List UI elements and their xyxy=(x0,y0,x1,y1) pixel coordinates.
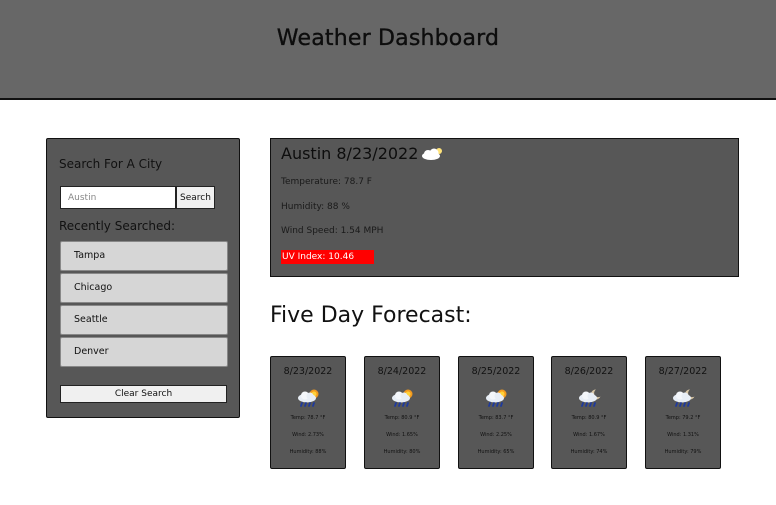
forecast-card: 8/27/2022 Temp: 79.2 °F Wind: 1.31% Humi… xyxy=(645,356,721,469)
forecast-humidity: Humidity: 88% xyxy=(289,449,327,455)
rain-sun-icon xyxy=(298,389,319,407)
recent-searches-list: Tampa Chicago Seattle Denver xyxy=(60,241,228,369)
forecast-card: 8/23/2022 Temp: 78.7 °F Wind: 2.73% Humi… xyxy=(270,356,346,469)
current-weather-panel: Austin 8/23/2022 Temperature: 78.7 F Hum… xyxy=(270,138,739,277)
forecast-date: 8/26/2022 xyxy=(564,366,614,377)
forecast-date: 8/25/2022 xyxy=(471,366,521,377)
forecast-humidity: Humidity: 79% xyxy=(664,449,702,455)
search-button[interactable]: Search xyxy=(176,186,215,209)
forecast-temp: Temp: 80.9 °F xyxy=(571,415,607,421)
city-search-input[interactable] xyxy=(60,186,176,209)
cloud-icon xyxy=(422,148,442,160)
forecast-humidity: Humidity: 74% xyxy=(570,449,608,455)
recent-search-item[interactable]: Seattle xyxy=(60,305,228,335)
page-header: Weather Dashboard xyxy=(0,0,776,100)
forecast-wind: Wind: 1.65% xyxy=(386,432,418,438)
forecast-date: 8/27/2022 xyxy=(658,366,708,377)
forecast-humidity: Humidity: 80% xyxy=(383,449,421,455)
forecast-date: 8/23/2022 xyxy=(283,366,333,377)
forecast-temp: Temp: 78.7 °F xyxy=(290,415,326,421)
forecast-temp: Temp: 80.9 °F xyxy=(384,415,420,421)
page-title: Weather Dashboard xyxy=(276,26,500,51)
forecast-temp: Temp: 83.7 °F xyxy=(478,415,514,421)
forecast-temp: Temp: 79.2 °F xyxy=(665,415,701,421)
current-humidity: Humidity: 88 % xyxy=(281,202,350,212)
forecast-card: 8/26/2022 Temp: 80.9 °F Wind: 1.67% Humi… xyxy=(551,356,627,469)
forecast-date: 8/24/2022 xyxy=(377,366,427,377)
rain-moon-icon xyxy=(579,389,601,407)
recent-searches-title: Recently Searched: xyxy=(59,219,175,233)
rain-sun-icon xyxy=(486,389,507,407)
clear-search-button[interactable]: Clear Search xyxy=(60,385,227,403)
recent-search-item[interactable]: Denver xyxy=(60,337,228,367)
forecast-wind: Wind: 2.73% xyxy=(292,432,324,438)
current-temperature: Temperature: 78.7 F xyxy=(281,177,372,187)
search-panel: Search For A City Search Recently Search… xyxy=(46,138,240,418)
recent-search-item[interactable]: Chicago xyxy=(60,273,228,303)
rain-sun-icon xyxy=(392,389,413,407)
rain-moon-icon xyxy=(673,389,695,407)
current-wind-speed: Wind Speed: 1.54 MPH xyxy=(281,226,384,236)
forecast-wind: Wind: 1.67% xyxy=(573,432,605,438)
forecast-wind: Wind: 1.31% xyxy=(667,432,699,438)
uv-index-badge: UV Index: 10.46 xyxy=(281,250,374,264)
forecast-card: 8/24/2022 Temp: 80.9 °F Wind: 1.65% Humi… xyxy=(364,356,440,469)
forecast-humidity: Humidity: 65% xyxy=(477,449,515,455)
search-title: Search For A City xyxy=(59,157,163,171)
forecast-title: Five Day Forecast: xyxy=(270,303,472,328)
forecast-card: 8/25/2022 Temp: 83.7 °F Wind: 2.25% Humi… xyxy=(458,356,534,469)
recent-search-item[interactable]: Tampa xyxy=(60,241,228,271)
current-city-date: Austin 8/23/2022 xyxy=(281,144,419,163)
forecast-wind: Wind: 2.25% xyxy=(480,432,512,438)
